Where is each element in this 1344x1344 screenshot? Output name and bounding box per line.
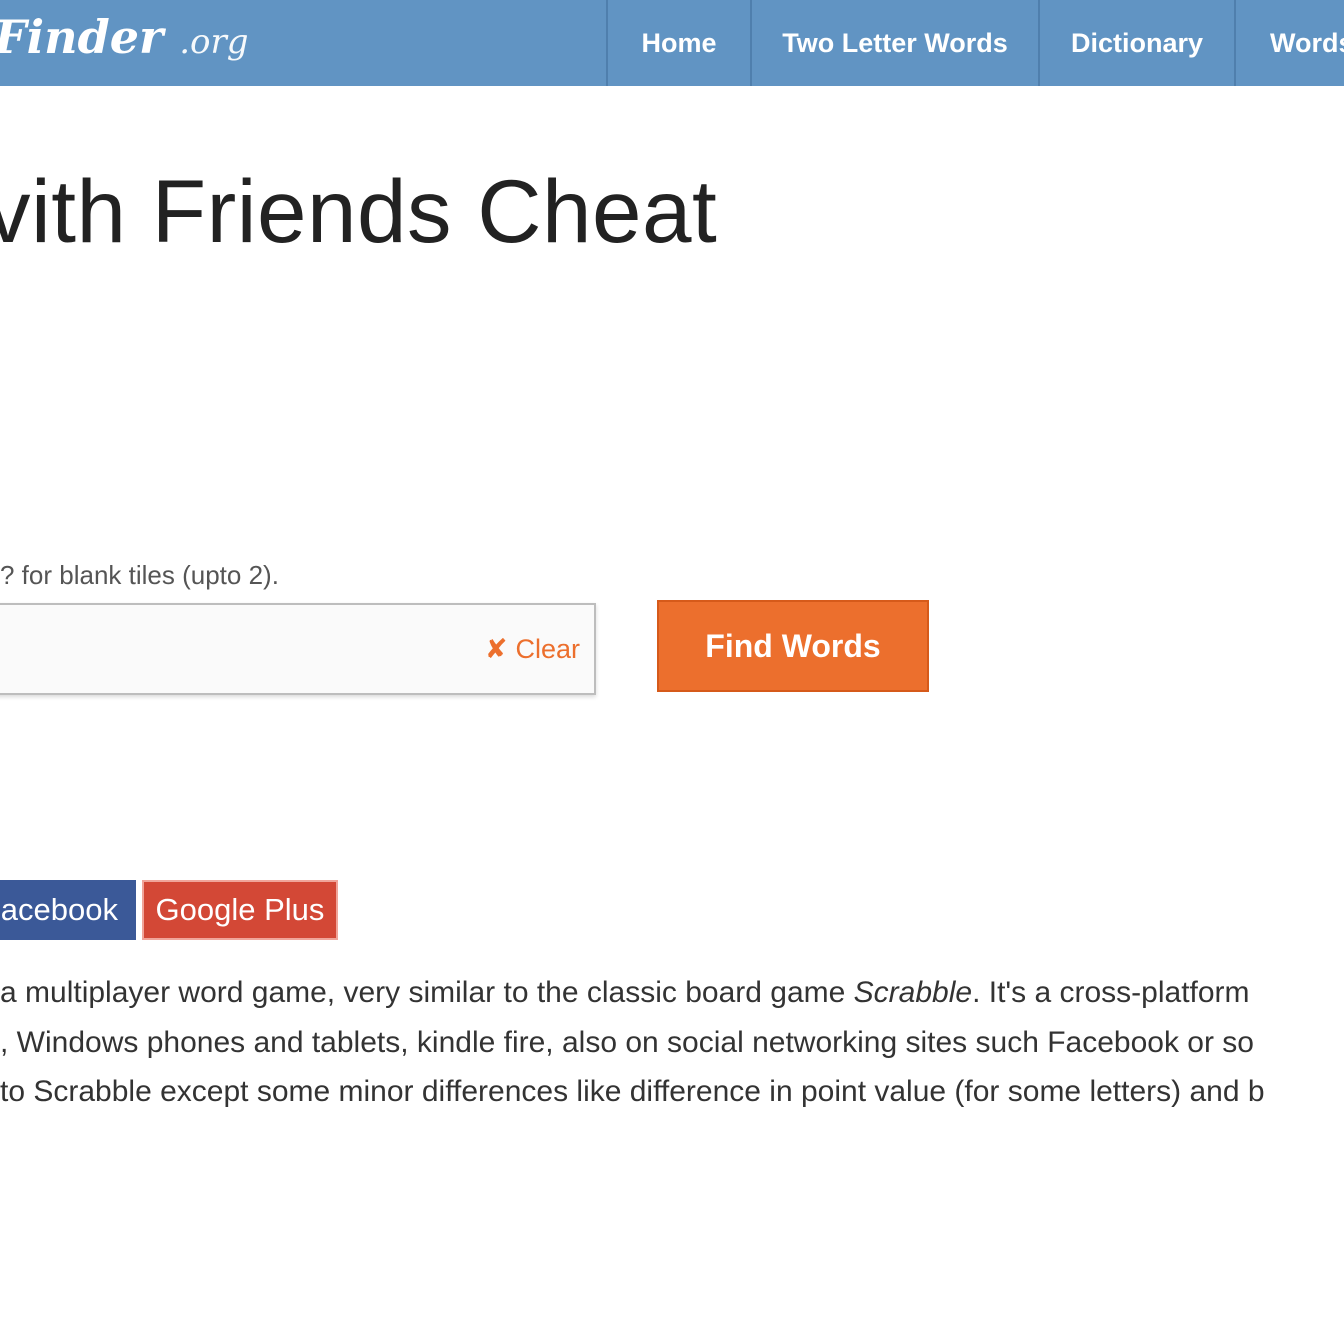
find-words-button[interactable]: Find Words xyxy=(657,600,929,692)
share-facebook-label: acebook xyxy=(0,892,118,927)
nav-item-home[interactable]: Home xyxy=(606,0,750,86)
share-google-plus-label: Google Plus xyxy=(155,892,325,927)
nav-item-two-letter-words[interactable]: Two Letter Words xyxy=(750,0,1038,86)
description-line-2: , Windows phones and tablets, kindle fir… xyxy=(0,1026,1254,1059)
share-google-plus-button[interactable]: Google Plus xyxy=(142,880,338,940)
clear-label: Clear xyxy=(515,633,580,664)
nav-item-words[interactable]: Words xyxy=(1234,0,1344,86)
description-line-3: to Scrabble except some minor difference… xyxy=(0,1075,1265,1108)
description-line-1: a multiplayer word game, very similar to… xyxy=(0,975,1344,1011)
blank-tiles-hint: ? for blank tiles (upto 2). xyxy=(0,560,279,590)
main-nav: Home Two Letter Words Dictionary Words xyxy=(606,0,1344,86)
letters-input-box: ✘ Clear xyxy=(0,603,596,695)
description-text: a multiplayer word game, very similar to… xyxy=(0,976,854,1009)
page-title: vith Friends Cheat xyxy=(0,161,718,261)
site-logo[interactable]: Finder .org xyxy=(0,2,249,82)
letters-input[interactable] xyxy=(8,615,472,685)
clear-button[interactable]: ✘ Clear xyxy=(485,605,580,693)
navbar: Finder .org Home Two Letter Words Dictio… xyxy=(0,0,1344,86)
description-italic-scrabble: Scrabble xyxy=(853,976,973,1009)
nav-item-dictionary[interactable]: Dictionary xyxy=(1038,0,1234,86)
share-facebook-button[interactable]: acebook xyxy=(0,880,136,940)
description-text: . It's a cross-platform xyxy=(972,976,1250,1009)
logo-suffix-text: .org xyxy=(179,22,249,62)
close-icon: ✘ xyxy=(484,633,508,664)
logo-main-text: Finder xyxy=(0,10,164,64)
